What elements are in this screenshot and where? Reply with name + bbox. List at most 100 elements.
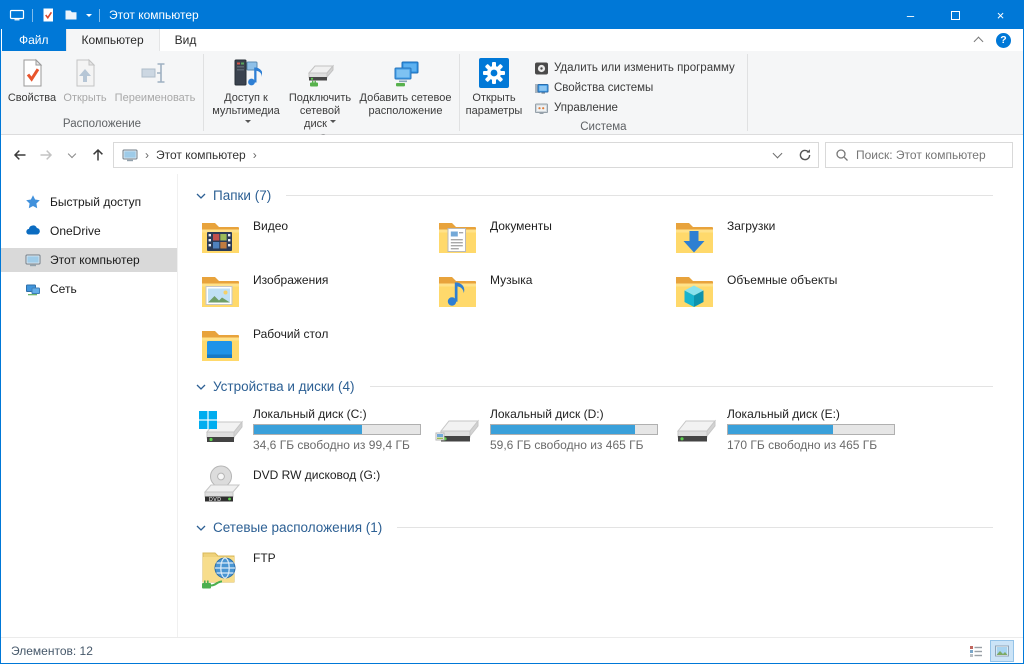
drive-free-space: 59,6 ГБ свободно из 465 ГБ xyxy=(490,438,658,452)
gear-icon xyxy=(478,57,510,89)
folder-item-desktop[interactable]: Рабочий стол xyxy=(196,321,433,369)
sidebar-item-quick-access[interactable]: Быстрый доступ xyxy=(1,190,177,214)
ribbon-group-location-body: Свойства Открыть Переименовать xyxy=(1,51,203,117)
drive-item-c[interactable]: Локальный диск (C:) 34,6 ГБ свободно из … xyxy=(196,404,433,452)
folder-item-videos[interactable]: Видео xyxy=(196,213,433,261)
drive-item-d[interactable]: Локальный диск (D:) 59,6 ГБ свободно из … xyxy=(433,404,670,452)
breadcrumb: › Этот компьютер › xyxy=(114,147,265,163)
tab-file[interactable]: Файл xyxy=(2,29,66,51)
3d-objects-folder-icon xyxy=(670,267,718,315)
system-menu-computer-icon[interactable] xyxy=(9,7,25,23)
rename-button[interactable]: Переименовать xyxy=(111,54,199,107)
open-settings-button[interactable]: Открыть параметры xyxy=(464,54,524,120)
help-icon[interactable]: ? xyxy=(996,33,1011,48)
uninstall-program-label: Удалить или изменить программу xyxy=(554,62,735,74)
address-bar[interactable]: › Этот компьютер › xyxy=(113,142,819,168)
tab-view[interactable]: Вид xyxy=(160,29,212,51)
map-network-drive-button[interactable]: Подключить сетевой диск xyxy=(284,54,356,133)
folder-item-documents[interactable]: Документы xyxy=(433,213,670,261)
drives-grid: Локальный диск (C:) 34,6 ГБ свободно из … xyxy=(196,404,993,452)
folder-item-3d-objects[interactable]: Объемные объекты xyxy=(670,267,907,315)
item-label: FTP xyxy=(253,545,276,593)
status-bar: Элементов: 12 xyxy=(1,637,1023,663)
titlebar[interactable]: Этот компьютер – × xyxy=(1,1,1023,29)
svg-text:DVD: DVD xyxy=(209,497,221,503)
main-area: Быстрый доступ OneDrive Этот компьютер С… xyxy=(1,174,1023,637)
cloud-icon xyxy=(25,223,41,239)
items-view: Папки (7) Видео Документы xyxy=(178,174,1023,637)
section-header-drives[interactable]: Устройства и диски (4) xyxy=(196,379,993,394)
sidebar-label: Этот компьютер xyxy=(50,253,140,267)
network-item-ftp[interactable]: FTP xyxy=(196,545,993,593)
window-controls: – × xyxy=(888,1,1023,29)
drive-usage-bar xyxy=(490,424,658,435)
item-label: Объемные объекты xyxy=(727,267,837,315)
collapse-ribbon-icon[interactable] xyxy=(974,37,984,47)
properties-button[interactable]: Свойства xyxy=(5,54,59,107)
qat-customize-caret-icon[interactable] xyxy=(86,14,92,20)
section-header-network-locations[interactable]: Сетевые расположения (1) xyxy=(196,520,993,535)
uninstall-program-button[interactable]: Удалить или изменить программу xyxy=(528,58,741,78)
details-view-button[interactable] xyxy=(965,641,987,661)
add-network-location-button[interactable]: Добавить сетевое расположение xyxy=(356,54,455,120)
rename-label: Переименовать xyxy=(115,92,196,104)
section-title: Папки (7) xyxy=(213,188,271,203)
network-drive-icon xyxy=(304,57,336,89)
chevron-down-icon xyxy=(196,523,206,533)
drive-info: Локальный диск (C:) 34,6 ГБ свободно из … xyxy=(253,404,421,452)
local-drive-icon xyxy=(433,404,481,452)
ribbon-group-network-body: Доступ к мультимедиа Подключить сетевой … xyxy=(204,51,459,133)
item-label: Загрузки xyxy=(727,213,775,261)
recent-locations-caret[interactable] xyxy=(59,142,85,168)
this-pc-icon[interactable] xyxy=(122,147,138,163)
navigation-pane: Быстрый доступ OneDrive Этот компьютер С… xyxy=(1,174,178,637)
up-button[interactable] xyxy=(85,142,111,168)
program-disc-icon xyxy=(534,61,549,76)
qat-new-folder-icon[interactable] xyxy=(63,7,79,23)
drive-free-space: 34,6 ГБ свободно из 99,4 ГБ xyxy=(253,438,421,452)
drive-item-dvd[interactable]: DVD DVD RW дисковод (G:) xyxy=(196,462,993,510)
folder-item-pictures[interactable]: Изображения xyxy=(196,267,433,315)
thumbnails-view-button[interactable] xyxy=(991,641,1013,661)
breadcrumb-root[interactable]: Этот компьютер xyxy=(156,148,246,162)
drive-usage-fill xyxy=(491,425,635,434)
chevron-down-icon xyxy=(773,148,783,158)
close-button[interactable]: × xyxy=(978,1,1023,29)
system-properties-button[interactable]: Свойства системы xyxy=(528,78,741,98)
drive-name: Локальный диск (D:) xyxy=(490,407,658,421)
drive-usage-bar xyxy=(253,424,421,435)
map-network-drive-label: Подключить сетевой диск xyxy=(289,92,351,130)
minimize-button[interactable]: – xyxy=(888,1,933,29)
qat-properties-icon[interactable] xyxy=(40,7,56,23)
open-label: Открыть xyxy=(63,92,106,104)
search-box[interactable] xyxy=(825,142,1013,168)
ribbon: Свойства Открыть Переименовать Расположе… xyxy=(1,51,1023,135)
sidebar-item-this-pc[interactable]: Этот компьютер xyxy=(1,248,177,272)
item-label: Изображения xyxy=(253,267,328,315)
drive-item-e[interactable]: Локальный диск (E:) 170 ГБ свободно из 4… xyxy=(670,404,907,452)
manage-button[interactable]: Управление xyxy=(528,98,741,118)
tab-computer[interactable]: Компьютер xyxy=(66,29,160,51)
network-icon xyxy=(25,281,41,297)
dvd-drive-icon: DVD xyxy=(196,462,244,510)
sidebar-item-onedrive[interactable]: OneDrive xyxy=(1,219,177,243)
folder-item-downloads[interactable]: Загрузки xyxy=(670,213,907,261)
previous-locations-caret[interactable] xyxy=(764,143,791,167)
refresh-button[interactable] xyxy=(791,143,818,167)
maximize-button[interactable] xyxy=(933,1,978,29)
sidebar-label: Сеть xyxy=(50,282,77,296)
item-label: DVD RW дисковод (G:) xyxy=(253,462,380,510)
media-access-button[interactable]: Доступ к мультимедиа xyxy=(208,54,284,133)
open-button[interactable]: Открыть xyxy=(59,54,111,107)
breadcrumb-chevron[interactable]: › xyxy=(253,148,257,162)
drive-name: Локальный диск (E:) xyxy=(727,407,895,421)
back-button[interactable] xyxy=(7,142,33,168)
search-input[interactable] xyxy=(856,148,1003,162)
ribbon-group-system-body: Открыть параметры Удалить или изменить п… xyxy=(460,51,747,120)
forward-button[interactable] xyxy=(33,142,59,168)
ribbon-group-network: Доступ к мультимедиа Подключить сетевой … xyxy=(204,51,459,134)
section-header-folders[interactable]: Папки (7) xyxy=(196,188,993,203)
folder-item-music[interactable]: Музыка xyxy=(433,267,670,315)
section-title: Устройства и диски (4) xyxy=(213,379,355,394)
sidebar-item-network[interactable]: Сеть xyxy=(1,277,177,301)
